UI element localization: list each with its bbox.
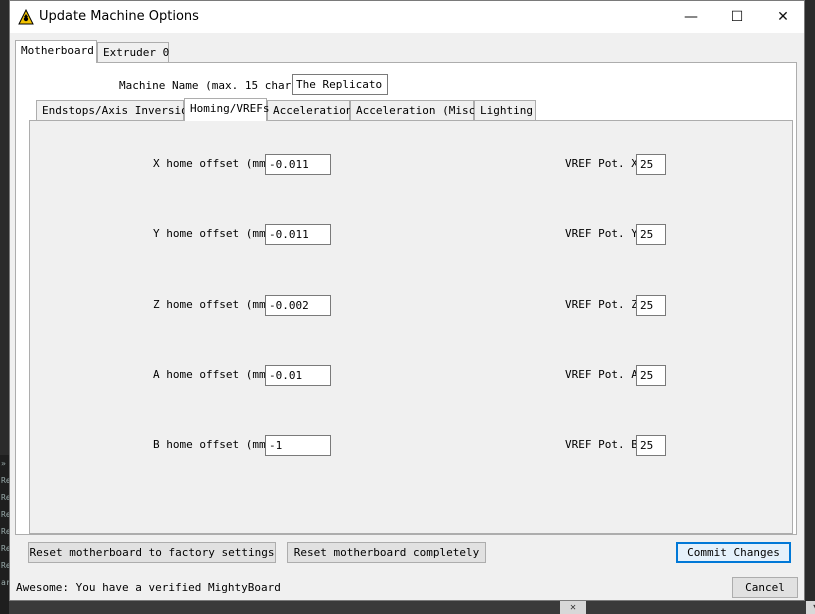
y-home-offset-input[interactable] xyxy=(265,224,331,245)
tab-acceleration[interactable]: Acceleration xyxy=(267,100,352,120)
homing-row-a: A home offset (mm) VREF Pot. A xyxy=(30,365,792,387)
commit-changes-button[interactable]: Commit Changes xyxy=(676,542,791,563)
reset-completely-button[interactable]: Reset motherboard completely xyxy=(287,542,486,563)
background-glyph: Re xyxy=(1,544,11,553)
homing-row-z: Z home offset (mm) VREF Pot. Z xyxy=(30,295,792,317)
a-home-offset-label: A home offset (mm) xyxy=(153,368,273,381)
close-button[interactable]: ✕ xyxy=(760,1,806,33)
homing-vrefs-panel: X home offset (mm) VREF Pot. X Y home of… xyxy=(29,120,793,534)
vref-a-input[interactable] xyxy=(636,365,666,386)
machine-name-label: Machine Name (max. 15 chars) xyxy=(119,79,305,92)
x-home-offset-label: X home offset (mm) xyxy=(153,157,273,170)
background-glyph: Re xyxy=(1,476,11,485)
background-glyph: » xyxy=(1,459,6,468)
background-glyph: Re xyxy=(1,561,11,570)
background-close-icon[interactable]: ✕ xyxy=(560,601,586,614)
background-glyph: ar xyxy=(1,578,11,587)
title-bar: Update Machine Options — ☐ ✕ xyxy=(10,1,804,33)
vref-b-label: VREF Pot. B xyxy=(565,438,638,451)
vref-b-input[interactable] xyxy=(636,435,666,456)
vref-y-label: VREF Pot. Y xyxy=(565,227,638,240)
x-home-offset-input[interactable] xyxy=(265,154,331,175)
tab-endstops-axis-inversion[interactable]: Endstops/Axis Inversion xyxy=(36,100,194,120)
maximize-button[interactable]: ☐ xyxy=(714,1,760,33)
b-home-offset-input[interactable] xyxy=(265,435,331,456)
status-message: Awesome: You have a verified MightyBoard xyxy=(16,581,281,594)
background-glyph: Re xyxy=(1,510,11,519)
a-home-offset-input[interactable] xyxy=(265,365,331,386)
tab-acceleration-misc[interactable]: Acceleration (Misc) xyxy=(350,100,482,120)
background-glyph: Re xyxy=(1,493,11,502)
background-window-bottom: ✕ ▾ xyxy=(9,601,815,614)
vref-x-input[interactable] xyxy=(636,154,666,175)
reset-factory-settings-button[interactable]: Reset motherboard to factory settings xyxy=(28,542,276,563)
homing-row-x: X home offset (mm) VREF Pot. X xyxy=(30,154,792,176)
homing-row-b: B home offset (mm) VREF Pot. B xyxy=(30,435,792,457)
background-glyph: Re xyxy=(1,527,11,536)
vref-z-label: VREF Pot. Z xyxy=(565,298,638,311)
machine-name-input[interactable] xyxy=(292,74,388,95)
warning-app-icon xyxy=(18,9,34,25)
b-home-offset-label: B home offset (mm) xyxy=(153,438,273,451)
homing-row-y: Y home offset (mm) VREF Pot. Y xyxy=(30,224,792,246)
vref-a-label: VREF Pot. A xyxy=(565,368,638,381)
tab-motherboard[interactable]: Motherboard xyxy=(15,40,97,63)
z-home-offset-label: Z home offset (mm) xyxy=(153,298,273,311)
tab-lighting[interactable]: Lighting xyxy=(474,100,536,120)
motherboard-panel: Machine Name (max. 15 chars) Endstops/Ax… xyxy=(15,62,797,535)
background-scroll-icon[interactable]: ▾ xyxy=(806,601,815,614)
vref-x-label: VREF Pot. X xyxy=(565,157,638,170)
vref-z-input[interactable] xyxy=(636,295,666,316)
minimize-button[interactable]: — xyxy=(668,1,714,33)
vref-y-input[interactable] xyxy=(636,224,666,245)
y-home-offset-label: Y home offset (mm) xyxy=(153,227,273,240)
z-home-offset-input[interactable] xyxy=(265,295,331,316)
update-machine-options-dialog: Update Machine Options — ☐ ✕ Motherboard… xyxy=(9,0,805,601)
tab-extruder-0[interactable]: Extruder 0 xyxy=(97,42,169,62)
tab-homing-vrefs[interactable]: Homing/VREFs xyxy=(184,98,269,121)
background-window-strip: » Re Re Re Re Re Re ar xyxy=(0,455,11,614)
cancel-button[interactable]: Cancel xyxy=(732,577,798,598)
window-title: Update Machine Options xyxy=(39,9,199,24)
